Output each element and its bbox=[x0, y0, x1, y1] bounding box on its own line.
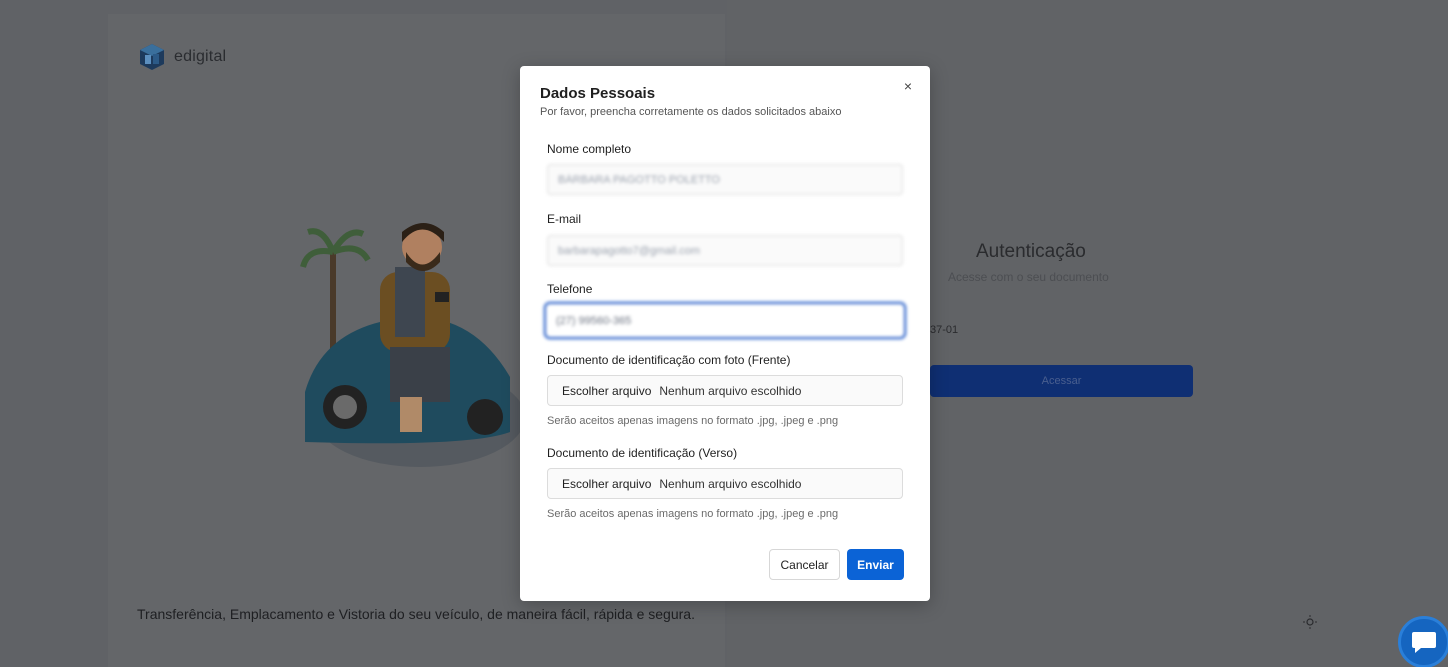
doc-front-choose-button[interactable]: Escolher arquivo bbox=[562, 384, 651, 398]
submit-button[interactable]: Enviar bbox=[847, 549, 904, 580]
doc-front-file-input[interactable]: Escolher arquivo Nenhum arquivo escolhid… bbox=[547, 375, 903, 406]
doc-back-hint: Serão aceitos apenas imagens no formato … bbox=[547, 508, 839, 520]
chat-bubble-icon bbox=[1412, 632, 1436, 653]
brand: edigital bbox=[137, 42, 226, 72]
personal-data-modal: Dados Pessoais Por favor, preencha corre… bbox=[520, 66, 930, 601]
edigital-logo-icon bbox=[140, 44, 164, 70]
close-icon[interactable]: × bbox=[900, 78, 916, 94]
cancel-button[interactable]: Cancelar bbox=[769, 549, 840, 580]
name-input[interactable] bbox=[547, 164, 903, 195]
sun-icon[interactable] bbox=[1303, 615, 1317, 629]
doc-front-file-status: Nenhum arquivo escolhido bbox=[659, 383, 802, 398]
modal-title: Dados Pessoais bbox=[540, 85, 656, 102]
man-on-car-illustration bbox=[300, 223, 520, 467]
modal-subtitle: Por favor, preencha corretamente os dado… bbox=[540, 106, 842, 118]
phone-label: Telefone bbox=[547, 282, 593, 296]
doc-back-choose-button[interactable]: Escolher arquivo bbox=[562, 477, 651, 491]
doc-front-hint: Serão aceitos apenas imagens no formato … bbox=[547, 415, 839, 427]
auth-title: Autenticação bbox=[976, 241, 1086, 262]
phone-input[interactable] bbox=[544, 302, 906, 339]
auth-subtitle: Acesse com o seu documento bbox=[948, 270, 1109, 284]
access-button[interactable]: Acessar bbox=[930, 365, 1193, 397]
brand-name: edigital bbox=[174, 48, 227, 65]
email-input[interactable] bbox=[547, 235, 903, 266]
auth-document-value: 37-01 bbox=[930, 324, 959, 336]
doc-back-label: Documento de identificação (Verso) bbox=[547, 446, 738, 460]
doc-back-file-status: Nenhum arquivo escolhido bbox=[659, 476, 802, 491]
doc-back-file-input[interactable]: Escolher arquivo Nenhum arquivo escolhid… bbox=[547, 468, 903, 499]
chat-button[interactable] bbox=[1398, 616, 1448, 667]
email-label: E-mail bbox=[547, 212, 582, 226]
tagline: Transferência, Emplacamento e Vistoria d… bbox=[137, 606, 695, 622]
name-label: Nome completo bbox=[547, 142, 632, 156]
doc-front-label: Documento de identificação com foto (Fre… bbox=[547, 353, 791, 367]
